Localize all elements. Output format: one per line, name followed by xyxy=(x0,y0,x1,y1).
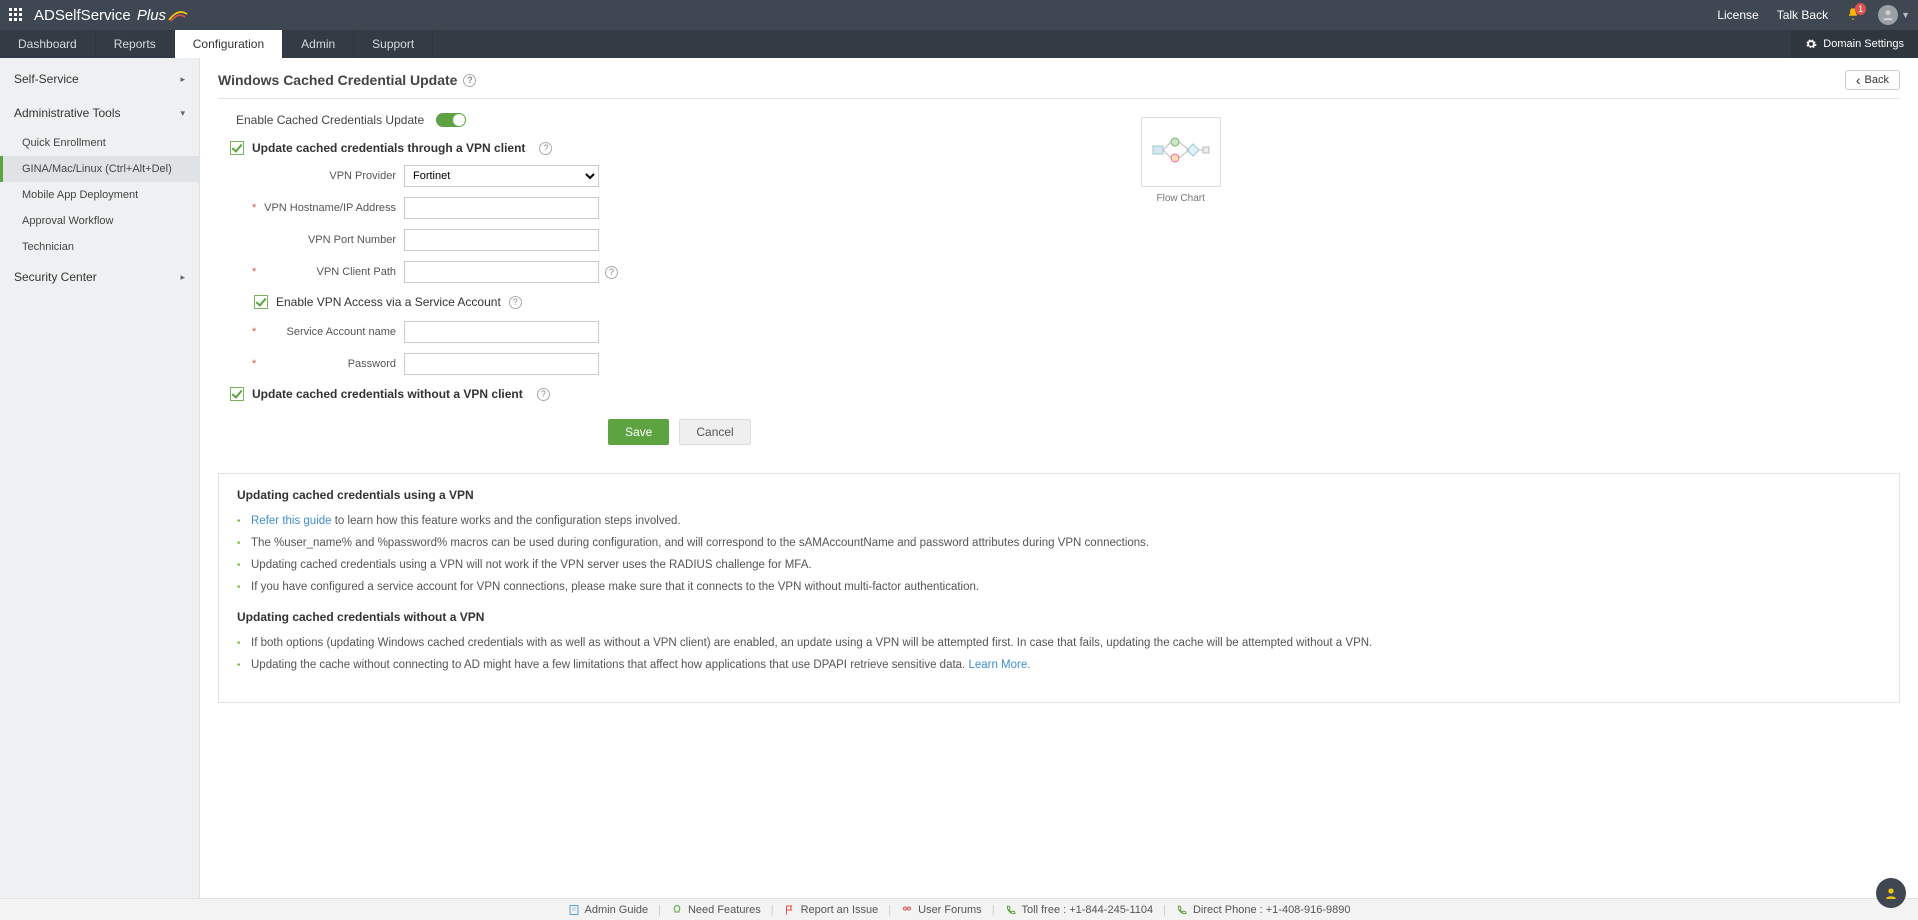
info-bullet: Updating cached credentials using a VPN … xyxy=(237,554,1881,576)
info-bullet: If both options (updating Windows cached… xyxy=(237,632,1881,654)
notification-count: 1 xyxy=(1855,3,1866,15)
info-box: Updating cached credentials using a VPN … xyxy=(218,473,1900,703)
sidebar-item-technician[interactable]: Technician xyxy=(0,234,199,260)
help-icon[interactable]: ? xyxy=(509,296,522,309)
user-menu[interactable]: ▼ xyxy=(1878,5,1910,25)
sidebar-section-selfservice[interactable]: Self-Service▸ xyxy=(0,62,199,96)
cancel-button[interactable]: Cancel xyxy=(679,419,750,445)
vpn-host-input[interactable] xyxy=(404,197,599,219)
users-icon xyxy=(901,904,913,916)
enable-service-account-checkbox[interactable] xyxy=(254,295,268,309)
footer-admin-guide[interactable]: Admin Guide xyxy=(568,904,649,916)
book-icon xyxy=(568,904,580,916)
info-heading-novpn: Updating cached credentials without a VP… xyxy=(237,610,1881,624)
info-bullet: The %user_name% and %password% macros ca… xyxy=(237,532,1881,554)
vpn-client-path-input[interactable] xyxy=(404,261,599,283)
help-icon[interactable]: ? xyxy=(605,266,618,279)
brand-label: ADSelfService Plus xyxy=(34,6,188,24)
vpn-host-label: VPN Hostname/IP Address xyxy=(254,202,404,214)
flowchart-label: Flow Chart xyxy=(1141,193,1221,204)
main-nav: Dashboard Reports Configuration Admin Su… xyxy=(0,30,1918,58)
tab-support[interactable]: Support xyxy=(354,30,433,58)
svc-name-label: Service Account name xyxy=(254,326,404,338)
sidebar: Self-Service▸ Administrative Tools▾ Quic… xyxy=(0,58,200,898)
bulb-icon xyxy=(671,904,683,916)
sidebar-item-mobile-app[interactable]: Mobile App Deployment xyxy=(0,182,199,208)
info-bullet: If you have configured a service account… xyxy=(237,576,1881,598)
save-button[interactable]: Save xyxy=(608,419,669,445)
footer-bar: Admin Guide | Need Features | Report an … xyxy=(0,898,1918,920)
flag-icon xyxy=(784,904,796,916)
without-vpn-checkbox[interactable] xyxy=(230,387,244,401)
sidebar-section-admintools[interactable]: Administrative Tools▾ xyxy=(0,96,199,130)
footer-toll-free: Toll free : +1-844-245-1104 xyxy=(1005,904,1154,916)
talkback-link[interactable]: Talk Back xyxy=(1777,8,1828,22)
domain-settings-button[interactable]: Domain Settings xyxy=(1791,30,1918,58)
chevron-right-icon: ▸ xyxy=(180,74,185,85)
flowchart-thumbnail[interactable] xyxy=(1141,117,1221,187)
notification-bell-icon[interactable]: 1 xyxy=(1846,7,1860,24)
sidebar-item-approval-workflow[interactable]: Approval Workflow xyxy=(0,208,199,234)
svc-name-input[interactable] xyxy=(404,321,599,343)
vpn-provider-select[interactable]: Fortinet xyxy=(404,165,599,187)
chevron-right-icon: ▸ xyxy=(180,272,185,283)
through-vpn-label: Update cached credentials through a VPN … xyxy=(252,141,525,155)
sidebar-item-gina[interactable]: GINA/Mac/Linux (Ctrl+Alt+Del) xyxy=(0,156,199,182)
chat-fab[interactable] xyxy=(1876,878,1906,908)
enable-label: Enable Cached Credentials Update xyxy=(236,113,424,127)
page-title: Windows Cached Credential Update ? xyxy=(218,72,476,88)
chevron-down-icon: ▾ xyxy=(180,108,185,119)
svc-pwd-label: Password xyxy=(254,358,404,370)
gear-icon xyxy=(1805,38,1817,50)
tab-admin[interactable]: Admin xyxy=(283,30,354,58)
learn-more-link[interactable]: Learn More. xyxy=(968,659,1030,671)
through-vpn-checkbox[interactable] xyxy=(230,141,244,155)
vpn-port-input[interactable] xyxy=(404,229,599,251)
tab-reports[interactable]: Reports xyxy=(96,30,175,58)
back-button[interactable]: Back xyxy=(1845,70,1900,90)
footer-report-issue[interactable]: Report an Issue xyxy=(784,904,879,916)
footer-user-forums[interactable]: User Forums xyxy=(901,904,982,916)
brand-swoosh-icon xyxy=(168,6,188,24)
enable-toggle[interactable] xyxy=(436,113,466,127)
info-bullet: Updating the cache without connecting to… xyxy=(237,654,1881,676)
enable-service-account-label: Enable VPN Access via a Service Account xyxy=(276,295,501,309)
info-heading-vpn: Updating cached credentials using a VPN xyxy=(237,488,1881,502)
svc-pwd-input[interactable] xyxy=(404,353,599,375)
refer-guide-link[interactable]: Refer this guide xyxy=(251,515,332,527)
phone-icon xyxy=(1005,904,1017,916)
footer-need-features[interactable]: Need Features xyxy=(671,904,761,916)
sidebar-section-security[interactable]: Security Center▸ xyxy=(0,260,199,294)
vpn-client-path-label: VPN Client Path xyxy=(254,266,404,278)
help-icon[interactable]: ? xyxy=(463,74,476,87)
without-vpn-label: Update cached credentials without a VPN … xyxy=(252,387,523,401)
phone-icon xyxy=(1176,904,1188,916)
apps-grid-icon[interactable] xyxy=(8,7,24,23)
tab-configuration[interactable]: Configuration xyxy=(175,30,283,58)
tab-dashboard[interactable]: Dashboard xyxy=(0,30,96,58)
vpn-provider-label: VPN Provider xyxy=(254,170,404,182)
help-icon[interactable]: ? xyxy=(539,142,552,155)
top-bar: ADSelfService Plus License Talk Back 1 ▼ xyxy=(0,0,1918,30)
help-icon[interactable]: ? xyxy=(537,388,550,401)
info-bullet: Refer this guide to learn how this featu… xyxy=(237,510,1881,532)
caret-down-icon: ▼ xyxy=(1901,10,1910,20)
vpn-port-label: VPN Port Number xyxy=(254,234,404,246)
license-link[interactable]: License xyxy=(1717,8,1758,22)
sidebar-item-quick-enrollment[interactable]: Quick Enrollment xyxy=(0,130,199,156)
footer-direct-phone: Direct Phone : +1-408-916-9890 xyxy=(1176,904,1350,916)
